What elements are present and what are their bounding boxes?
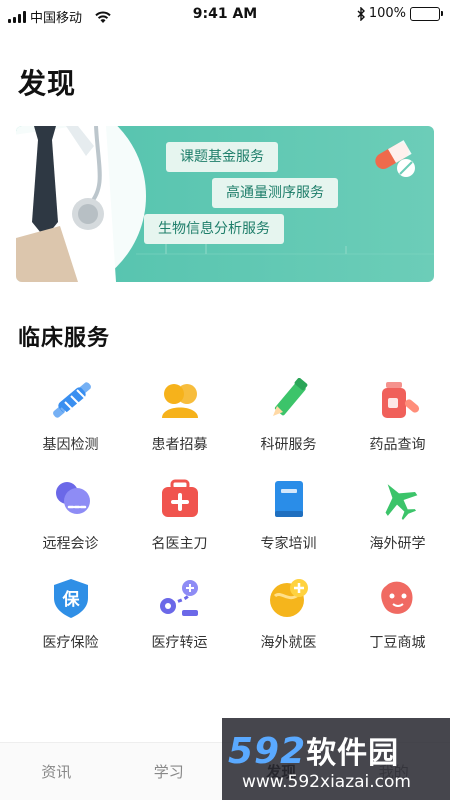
svg-text:保: 保 [61, 589, 80, 610]
tab-item[interactable]: 资讯 [0, 743, 113, 800]
service-item[interactable]: 保医疗保险 [16, 568, 125, 667]
services-grid: 基因检测 患者招募 科研服务 药品查询 远程会诊 名医主刀 专家培训 海外研学保医疗保险 医疗转… [16, 370, 450, 667]
watermark-url: www.592xiazai.com [242, 772, 411, 792]
service-item[interactable]: 名医主刀 [125, 469, 234, 568]
page-title: 发现 [18, 67, 77, 100]
shield-icon: 保 [53, 579, 88, 618]
service-label: 科研服务 [260, 437, 317, 453]
service-label: 医疗转运 [151, 635, 208, 651]
service-item[interactable]: 远程会诊 [16, 469, 125, 568]
book-icon [274, 481, 303, 517]
airplane-icon [385, 484, 417, 520]
people-icon [161, 384, 198, 418]
globe-plus-icon [269, 579, 308, 617]
service-item[interactable]: 患者招募 [125, 370, 234, 469]
medicine-bottle-icon [381, 382, 419, 418]
service-label: 患者招募 [151, 437, 208, 453]
battery-percent: 100% [368, 6, 406, 21]
dna-icon [52, 382, 91, 418]
watermark-logo: 592软件园 [228, 731, 400, 772]
service-label: 远程会诊 [42, 536, 99, 552]
first-aid-kit-icon [161, 479, 198, 517]
service-item[interactable]: 专家培训 [234, 469, 343, 568]
service-label: 名医主刀 [151, 536, 208, 552]
status-right: 100% [357, 6, 443, 21]
service-item[interactable]: 丁豆商城 [343, 568, 450, 667]
pills-icon [375, 140, 415, 177]
service-label: 海外就医 [260, 635, 317, 651]
tab-item[interactable]: 学习 [113, 743, 226, 800]
bean-icon [380, 581, 413, 614]
service-label: 药品查询 [369, 437, 426, 453]
service-item[interactable]: 药品查询 [343, 370, 450, 469]
service-label: 丁豆商城 [369, 635, 426, 651]
section-title: 临床服务 [18, 326, 111, 351]
service-item[interactable]: 科研服务 [234, 370, 343, 469]
consultation-icon [55, 482, 90, 514]
banner-pill-sequencing[interactable]: 高通量测序服务 [212, 178, 338, 208]
service-label: 基因检测 [42, 437, 99, 453]
service-label: 医疗保险 [42, 635, 99, 651]
service-item[interactable]: 医疗转运 [125, 568, 234, 667]
pencil-icon [272, 378, 307, 416]
bluetooth-icon [357, 6, 365, 21]
status-bar: 中国移动 9:41 AM 100% [0, 0, 450, 32]
promo-banner[interactable]: 课题基金服务 高通量测序服务 生物信息分析服务 [16, 126, 434, 282]
service-label: 海外研学 [369, 536, 426, 552]
service-label: 专家培训 [260, 536, 317, 552]
banner-pill-bioinformatics[interactable]: 生物信息分析服务 [144, 214, 284, 244]
route-icon [159, 580, 198, 616]
banner-pill-fund[interactable]: 课题基金服务 [166, 142, 278, 172]
service-item[interactable]: 海外就医 [234, 568, 343, 667]
service-item[interactable]: 海外研学 [343, 469, 450, 568]
watermark: 592软件园 www.592xiazai.com [222, 718, 450, 800]
service-item[interactable]: 基因检测 [16, 370, 125, 469]
battery-icon [410, 6, 443, 21]
